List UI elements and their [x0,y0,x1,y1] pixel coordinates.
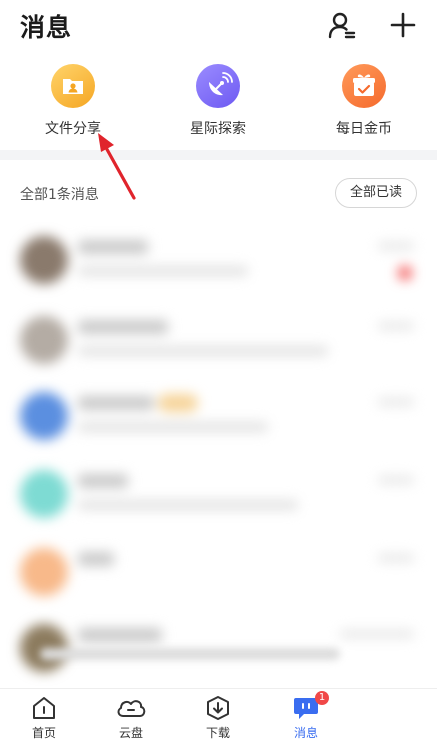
list-item-time [378,242,414,250]
list-item-time [378,322,414,330]
satellite-dish-icon [196,64,240,108]
list-item-time [378,398,414,406]
avatar [20,548,68,596]
list-item-title [78,628,162,642]
list-item-preview [78,266,248,276]
tab-cloud-drive[interactable]: 云盘 [96,695,166,741]
list-item-tag [158,394,198,412]
tab-label: 下载 [205,726,230,740]
shortcut-file-share[interactable]: 文件分享 [13,64,133,138]
list-item-preview [78,346,328,356]
list-item-title [78,474,128,488]
list-item-title [78,320,168,334]
list-item-preview [40,648,340,660]
add-button[interactable] [388,10,418,40]
list-item-time [340,630,414,638]
avatar [20,392,68,440]
list-item-title [78,240,148,254]
list-item-preview [78,500,298,510]
list-item-time [378,476,414,484]
avatar [20,470,68,518]
message-count: 全部1条消息 [20,187,99,203]
list-item[interactable] [0,460,437,536]
annotation-arrow-icon [98,133,136,200]
tab-label: 首页 [31,726,56,740]
shortcut-label: 每日金币 [336,121,392,137]
conversation-list [0,220,437,680]
contacts-icon [328,12,356,39]
list-item-title [78,552,114,566]
tab-label: 云盘 [118,726,143,740]
home-icon [33,697,55,719]
avatar [20,236,68,284]
tab-download[interactable]: 下载 [183,695,253,741]
shortcut-daily-coins[interactable]: 每日金币 [304,64,424,138]
tab-home[interactable]: 首页 [9,695,79,741]
unread-badge: 1 [315,691,329,705]
avatar [20,316,68,364]
folder-share-icon [51,64,95,108]
list-item[interactable] [0,538,437,614]
bottom-tab-bar: 首页 云盘 下载 1 消息 [0,688,437,747]
contacts-button[interactable] [327,10,357,40]
header: 消息 [0,0,437,52]
list-item-title [78,396,154,410]
unread-dot [398,266,412,280]
list-item[interactable] [0,226,437,302]
gift-icon [342,64,386,108]
list-item-preview [78,422,268,432]
plus-icon [390,12,416,38]
list-item[interactable] [0,306,437,382]
shortcut-star-explore[interactable]: 星际探索 [158,64,278,138]
section-divider [0,150,437,160]
list-item[interactable] [0,382,437,458]
shortcut-row: 文件分享 星际探索 每日金币 [0,64,437,144]
shortcut-label: 星际探索 [190,121,246,137]
tab-messages[interactable]: 1 消息 [271,691,341,741]
mark-all-read-button[interactable]: 全部已读 [335,178,417,208]
tab-label: 消息 [293,726,318,740]
cloud-icon [117,700,146,717]
download-icon [207,696,229,720]
page-title: 消息 [20,13,73,42]
list-item-time [378,554,414,562]
